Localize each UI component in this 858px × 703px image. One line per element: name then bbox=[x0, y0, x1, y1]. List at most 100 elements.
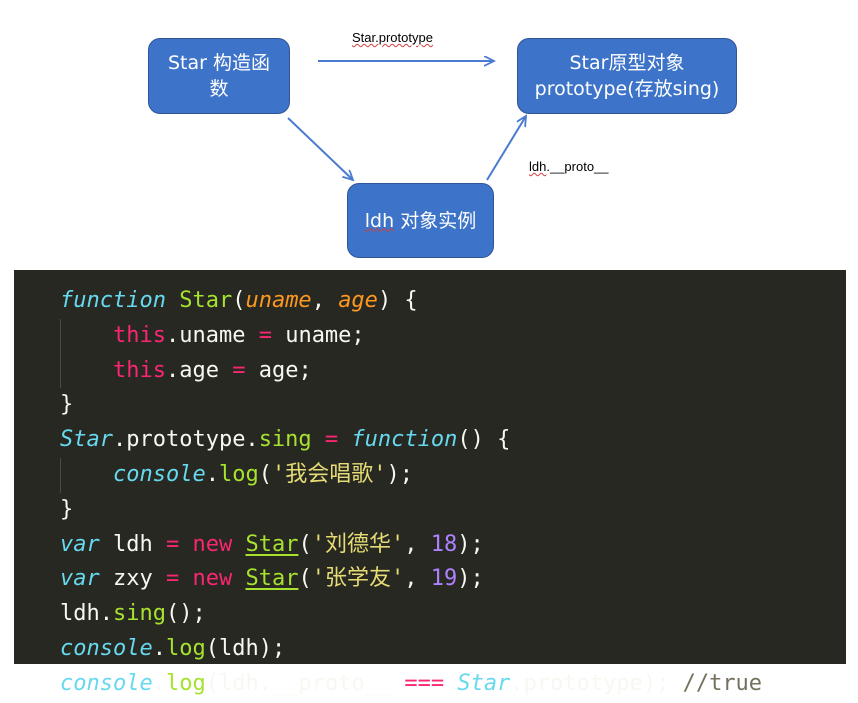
string-literal: '我会唱歌' bbox=[271, 461, 387, 487]
object-ref: ldh. bbox=[60, 601, 113, 627]
member: .age bbox=[165, 357, 233, 383]
console-ref: console bbox=[60, 635, 153, 661]
number-literal: 18 bbox=[430, 531, 458, 557]
punct: () { bbox=[457, 427, 511, 453]
indent-guide bbox=[60, 318, 61, 354]
keyword-function: function bbox=[60, 288, 166, 313]
instance-label: 对象实例 bbox=[394, 209, 477, 232]
keyword-new: new bbox=[192, 531, 233, 557]
paren-open: ( bbox=[298, 566, 312, 592]
dot: . bbox=[152, 635, 166, 661]
star-prototype-node: Star原型对象 prototype(存放sing) bbox=[517, 38, 737, 114]
code-line-5: Star.prototype.sing = function() { bbox=[60, 423, 846, 458]
prototype-diagram: Star 构造函 数 Star原型对象 prototype(存放sing) ld… bbox=[0, 0, 858, 268]
function-name: Star bbox=[179, 288, 233, 313]
comma: , bbox=[311, 288, 339, 313]
paren-open: ( bbox=[258, 461, 272, 487]
arrow-star-to-ldh bbox=[287, 117, 353, 180]
comment: //true bbox=[682, 670, 763, 696]
comma: , bbox=[404, 531, 431, 557]
edge-label-ldh-proto: ldh.__proto__ bbox=[529, 159, 609, 174]
operator: = bbox=[258, 322, 272, 348]
comma: , bbox=[404, 566, 431, 592]
code-line-11: console.log(ldh); bbox=[60, 632, 846, 667]
method-sing: sing bbox=[112, 601, 166, 627]
paren-close: ) { bbox=[377, 288, 418, 313]
keyword-var: var bbox=[60, 566, 100, 592]
operator: = bbox=[232, 357, 246, 383]
string-literal: '张学友' bbox=[311, 566, 405, 592]
instance-name: ldh bbox=[364, 209, 395, 232]
code-line-6: console.log('我会唱歌'); bbox=[60, 457, 846, 493]
var-name: ldh bbox=[99, 531, 166, 557]
code-line-2: this.uname = uname; bbox=[60, 318, 846, 354]
code-line-4: } bbox=[60, 392, 74, 418]
star-constructor-label-line2: 数 bbox=[209, 78, 229, 100]
value: uname; bbox=[271, 322, 365, 348]
star-constructor-node: Star 构造函 数 bbox=[148, 38, 290, 114]
keyword-this: this bbox=[113, 357, 166, 383]
punct: .prototype); bbox=[510, 670, 683, 696]
star-prototype-label-line1: Star原型对象 bbox=[569, 52, 685, 74]
star-constructor-label-line1: Star 构造函 bbox=[167, 52, 270, 74]
paren-open: ( bbox=[298, 531, 312, 557]
keyword-function: function bbox=[351, 427, 458, 453]
method-log: log bbox=[218, 461, 259, 487]
dot: . bbox=[205, 461, 219, 487]
method-log: log bbox=[165, 635, 206, 661]
ldh-instance-node: ldh 对象实例 bbox=[347, 183, 494, 258]
star-prototype-label-line2: prototype(存放sing) bbox=[534, 78, 720, 100]
number-literal: 19 bbox=[430, 566, 458, 592]
code-line-12: console.log(ldh.__proto__ === Star.proto… bbox=[60, 667, 846, 702]
var-name: zxy bbox=[99, 566, 166, 592]
code-line-3: this.age = age; bbox=[60, 353, 846, 389]
method-name: sing bbox=[258, 427, 312, 453]
paren-open: ( bbox=[232, 288, 246, 313]
value: age; bbox=[245, 357, 312, 383]
operator: = bbox=[165, 531, 180, 557]
operator: = bbox=[165, 566, 180, 592]
operator: === bbox=[404, 670, 445, 696]
dot: . bbox=[152, 670, 166, 696]
console-ref: console bbox=[113, 461, 206, 487]
punct: (ldh); bbox=[205, 635, 286, 661]
member: .prototype. bbox=[112, 427, 259, 453]
edge-label-star-prototype: Star.prototype bbox=[352, 30, 433, 45]
class-ref: Star bbox=[60, 427, 113, 453]
operator: = bbox=[324, 427, 339, 453]
class-ref: Star bbox=[245, 566, 299, 592]
code-line-9: var zxy = new Star('张学友', 19); bbox=[60, 562, 846, 597]
code-line-10: ldh.sing(); bbox=[60, 597, 846, 632]
keyword-var: var bbox=[60, 531, 100, 557]
punct: (); bbox=[165, 601, 206, 627]
class-ref: Star bbox=[457, 670, 511, 696]
class-ref: Star bbox=[245, 531, 299, 557]
keyword-new: new bbox=[192, 566, 233, 592]
edge-label-ldh: ldh bbox=[529, 159, 547, 174]
edge-label-proto: .__proto__ bbox=[546, 159, 609, 174]
arrow-ldh-to-prototype bbox=[486, 116, 526, 181]
paren-close: ); bbox=[457, 531, 484, 557]
code-line-7: } bbox=[60, 496, 74, 522]
code-line-8: var ldh = new Star('刘德华', 18); bbox=[60, 528, 846, 563]
method-log: log bbox=[165, 670, 206, 696]
console-ref: console bbox=[60, 670, 153, 696]
paren-close: ); bbox=[386, 461, 413, 487]
paren-close: ); bbox=[457, 566, 484, 592]
string-literal: '刘德华' bbox=[311, 531, 405, 557]
param-uname: uname bbox=[245, 288, 312, 313]
code-line-1: function Star(uname, age) { bbox=[60, 284, 846, 319]
argument: (ldh.__proto__ bbox=[205, 670, 405, 696]
code-editor: function Star(uname, age) { this.uname =… bbox=[14, 270, 846, 696]
indent-guide bbox=[60, 457, 61, 493]
keyword-this: this bbox=[113, 322, 166, 348]
member: .uname bbox=[165, 322, 259, 348]
indent-guide bbox=[60, 353, 61, 389]
